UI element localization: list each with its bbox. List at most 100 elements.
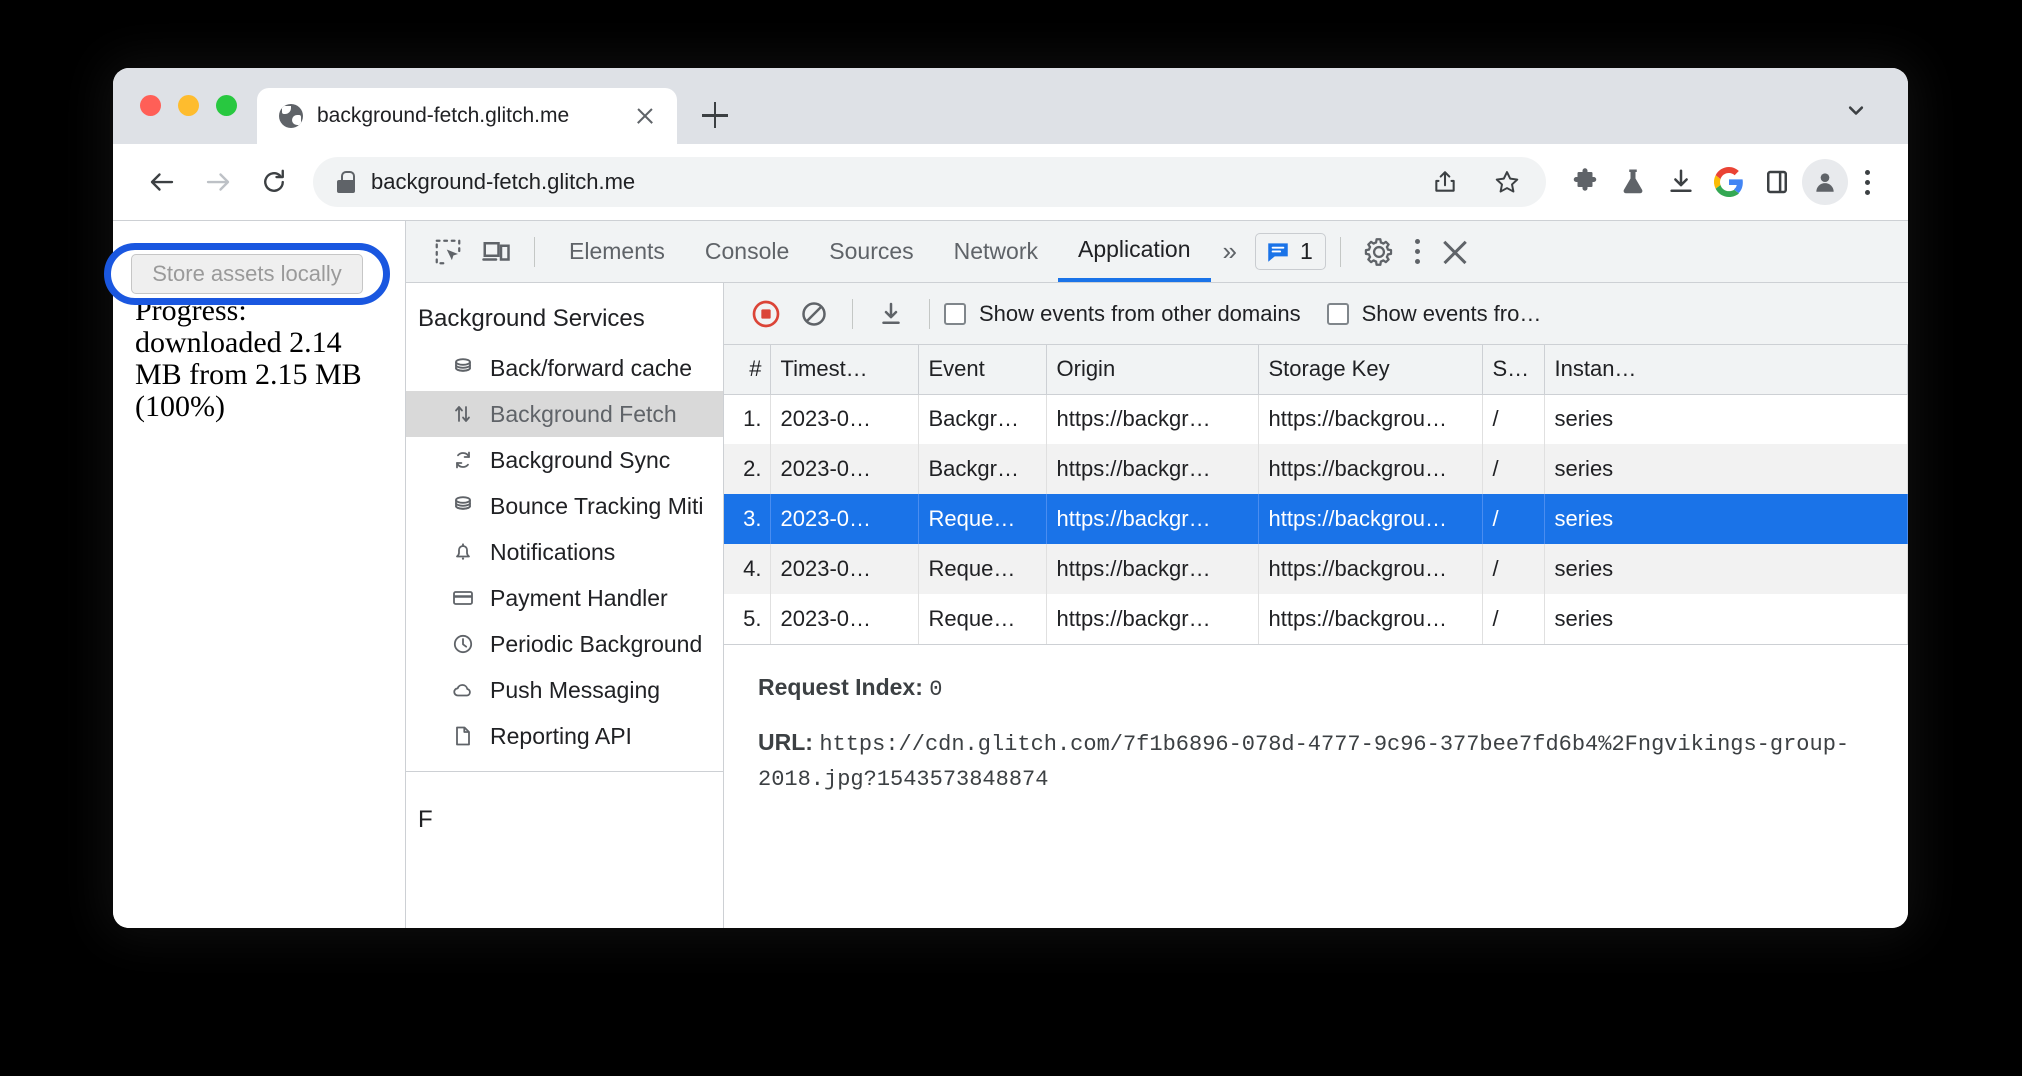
reload-icon[interactable] <box>247 155 301 209</box>
clock-icon <box>450 631 476 657</box>
page-content: Progress: downloaded 2.14 MB from 2.15 M… <box>113 221 406 928</box>
database-icon <box>450 493 476 519</box>
cell-index: 4. <box>724 544 770 594</box>
chevron-down-icon[interactable] <box>1842 96 1870 124</box>
flask-icon[interactable] <box>1610 159 1656 205</box>
cell-storage-key: https://backgrou… <box>1258 494 1482 544</box>
stop-recording-icon[interactable] <box>742 290 790 338</box>
clear-icon[interactable] <box>790 290 838 338</box>
cell-index: 5. <box>724 594 770 644</box>
sidebar-item-back-forward-cache[interactable]: Back/forward cache <box>406 345 723 391</box>
sidebar-item-label: Payment Handler <box>490 585 668 612</box>
request-index-value: 0 <box>929 677 942 702</box>
sidebar-item-background-sync[interactable]: Background Sync <box>406 437 723 483</box>
download-icon[interactable] <box>867 290 915 338</box>
cell-instance: series <box>1544 494 1908 544</box>
column-header-event[interactable]: Event <box>918 345 1046 394</box>
table-row[interactable]: 5. 2023-0… Reque… https://backgr… https:… <box>724 594 1908 644</box>
column-header-index[interactable]: # <box>724 345 770 394</box>
back-arrow-icon[interactable] <box>135 155 189 209</box>
toolbar-divider <box>534 237 535 267</box>
tab-elements[interactable]: Elements <box>549 221 685 282</box>
google-icon[interactable] <box>1706 159 1752 205</box>
inspect-element-icon[interactable] <box>424 228 472 276</box>
puzzle-icon[interactable] <box>1562 159 1608 205</box>
forward-arrow-icon[interactable] <box>191 155 245 209</box>
column-header-scope[interactable]: S… <box>1482 345 1544 394</box>
sidebar-item-push-messaging[interactable]: Push Messaging <box>406 667 723 713</box>
cell-timestamp: 2023-0… <box>770 394 918 444</box>
devtools-main-panel: Show events from other domains Show even… <box>724 283 1908 928</box>
cell-scope: / <box>1482 594 1544 644</box>
table-body: 1. 2023-0… Backgr… https://backgr… https… <box>724 394 1908 644</box>
cell-timestamp: 2023-0… <box>770 544 918 594</box>
table-row[interactable]: 1. 2023-0… Backgr… https://backgr… https… <box>724 394 1908 444</box>
column-header-origin[interactable]: Origin <box>1046 345 1258 394</box>
tab-application[interactable]: Application <box>1058 221 1211 282</box>
section-title: Background Services <box>406 299 723 345</box>
event-detail-panel: Request Index: 0 URL: https://cdn.glitch… <box>724 644 1908 928</box>
close-window-button[interactable] <box>140 95 161 116</box>
cell-origin: https://backgr… <box>1046 394 1258 444</box>
maximize-window-button[interactable] <box>216 95 237 116</box>
checkbox-show-events-other-storage[interactable]: Show events fro… <box>1327 301 1542 327</box>
next-section-title: F <box>418 800 723 828</box>
share-icon[interactable] <box>1422 159 1468 205</box>
sidebar-item-background-fetch[interactable]: Background Fetch <box>406 391 723 437</box>
column-header-storage-key[interactable]: Storage Key <box>1258 345 1482 394</box>
cell-scope: / <box>1482 494 1544 544</box>
gear-icon[interactable] <box>1355 228 1403 276</box>
close-icon[interactable] <box>631 102 659 130</box>
cell-instance: series <box>1544 594 1908 644</box>
address-bar: background-fetch.glitch.me <box>113 144 1908 220</box>
url-input[interactable]: background-fetch.glitch.me <box>313 157 1546 207</box>
toolbar-divider-2 <box>1340 237 1341 267</box>
star-icon[interactable] <box>1484 159 1530 205</box>
store-assets-locally-button[interactable]: Store assets locally <box>131 254 363 294</box>
cell-scope: / <box>1482 394 1544 444</box>
devtools-kebab-menu-icon[interactable] <box>1403 229 1433 275</box>
globe-icon <box>279 104 303 128</box>
sidebar-item-periodic-background-sync[interactable]: Periodic Background <box>406 621 723 667</box>
database-icon <box>450 355 476 381</box>
sidebar-item-label: Back/forward cache <box>490 355 692 382</box>
tab-network[interactable]: Network <box>934 221 1058 282</box>
kebab-menu-icon[interactable] <box>1850 159 1884 205</box>
devtools-close-icon[interactable] <box>1433 230 1477 274</box>
device-toolbar-icon[interactable] <box>472 228 520 276</box>
cloud-icon <box>450 677 476 703</box>
minimize-window-button[interactable] <box>178 95 199 116</box>
table-row-selected[interactable]: 3. 2023-0… Reque… https://backgr… https:… <box>724 494 1908 544</box>
bell-icon <box>450 539 476 565</box>
tab-console[interactable]: Console <box>685 221 809 282</box>
request-index-line: Request Index: 0 <box>758 671 1878 706</box>
browser-tab[interactable]: background-fetch.glitch.me <box>257 88 677 144</box>
cell-event: Reque… <box>918 544 1046 594</box>
panel-toolbar-divider-2 <box>929 299 930 329</box>
new-tab-button[interactable] <box>687 88 743 144</box>
cell-index: 2. <box>724 444 770 494</box>
more-tabs-icon[interactable]: » <box>1211 236 1247 267</box>
avatar-icon[interactable] <box>1802 159 1848 205</box>
download-icon[interactable] <box>1658 159 1704 205</box>
issues-badge[interactable]: 1 <box>1255 233 1326 270</box>
sidebar-item-label: Push Messaging <box>490 677 660 704</box>
cell-storage-key: https://backgrou… <box>1258 394 1482 444</box>
sidebar-item-reporting-api[interactable]: Reporting API <box>406 713 723 759</box>
sidebar-item-payment-handler[interactable]: Payment Handler <box>406 575 723 621</box>
table-row[interactable]: 2. 2023-0… Backgr… https://backgr… https… <box>724 444 1908 494</box>
events-table[interactable]: # Timest… Event Origin Storage Key S… In… <box>724 345 1908 644</box>
side-panel-icon[interactable] <box>1754 159 1800 205</box>
checkbox-box[interactable] <box>944 303 966 325</box>
sidebar-item-notifications[interactable]: Notifications <box>406 529 723 575</box>
up-down-arrows-icon <box>450 401 476 427</box>
cell-timestamp: 2023-0… <box>770 494 918 544</box>
table-row[interactable]: 4. 2023-0… Reque… https://backgr… https:… <box>724 544 1908 594</box>
sidebar-item-bounce-tracking-mitigations[interactable]: Bounce Tracking Miti <box>406 483 723 529</box>
checkbox-show-events-other-domains[interactable]: Show events from other domains <box>944 301 1301 327</box>
tab-sources[interactable]: Sources <box>809 221 933 282</box>
checkbox-box[interactable] <box>1327 303 1349 325</box>
sync-icon <box>450 447 476 473</box>
column-header-timestamp[interactable]: Timest… <box>770 345 918 394</box>
column-header-instance[interactable]: Instan… <box>1544 345 1908 394</box>
